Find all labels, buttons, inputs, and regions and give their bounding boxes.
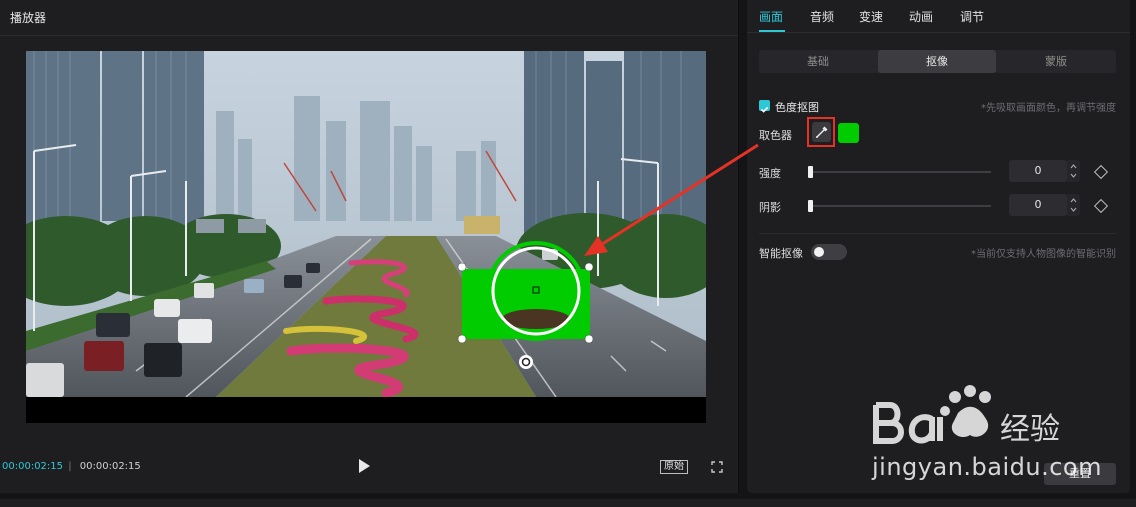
baidu-watermark-logo: 经验 [873, 385, 1060, 447]
intensity-stepper[interactable] [1067, 160, 1080, 182]
smart-cutout-toggle[interactable] [811, 244, 847, 260]
shadow-stepper[interactable] [1067, 194, 1080, 216]
rotate-handle-icon[interactable] [519, 355, 533, 369]
intensity-label: 强度 [759, 167, 781, 180]
shadow-label: 阴影 [759, 201, 781, 214]
timeline-edge [0, 499, 1136, 507]
picked-color-swatch[interactable] [838, 123, 859, 143]
resize-handle-bottom-right[interactable] [584, 334, 594, 344]
subtab-cutout[interactable]: 抠像 [878, 50, 996, 73]
player-title: 播放器 [10, 11, 47, 25]
time-separator: | [68, 461, 72, 472]
intensity-slider[interactable] [811, 171, 991, 173]
total-time: 00:00:02:15 [79, 461, 141, 472]
video-viewport[interactable] [26, 51, 706, 423]
subtabs: 基础 抠像 蒙版 [759, 50, 1116, 73]
tab-picture[interactable]: 画面 [759, 8, 783, 25]
chroma-key-checkbox[interactable] [759, 100, 770, 113]
toggle-knob [814, 247, 824, 257]
timecode: 00:00:02:15 | 00:00:02:15 [2, 461, 141, 472]
player-panel: 播放器 00:00:02:15 | 00:00:02:15 原始 [0, 0, 739, 493]
ratio-button[interactable]: 原始 [660, 460, 688, 474]
resize-handle-bottom-left[interactable] [457, 334, 467, 344]
play-icon[interactable] [359, 459, 370, 473]
shadow-slider[interactable] [811, 205, 991, 207]
color-picker-label: 取色器 [759, 129, 792, 142]
eyedropper-button[interactable] [812, 122, 831, 142]
stepper-arrows-icon [1070, 198, 1077, 212]
stepper-arrows-icon [1070, 164, 1077, 178]
road-sign [464, 216, 500, 234]
tab-adjust[interactable]: 调节 [960, 8, 984, 25]
active-tab-indicator [759, 30, 785, 32]
intensity-slider-handle[interactable] [808, 166, 813, 178]
smart-cutout-label: 智能抠像 [759, 247, 803, 260]
eyedropper-icon [816, 126, 828, 138]
check-icon [760, 106, 769, 113]
watermark-url: jingyan.baidu.com [872, 453, 1102, 481]
shadow-value[interactable]: 0 [1009, 194, 1067, 216]
player-header: 播放器 [0, 0, 738, 36]
chroma-key-label: 色度抠图 [775, 101, 819, 114]
subtab-basic[interactable]: 基础 [759, 50, 877, 73]
smart-cutout-hint: *当前仅支持人物图像的智能识别 [971, 249, 1116, 260]
intensity-keyframe-icon[interactable] [1093, 164, 1109, 180]
city-road-scene [26, 51, 706, 397]
panel-tabs: 画面 音频 变速 动画 调节 [747, 0, 1130, 33]
shadow-slider-handle[interactable] [808, 200, 813, 212]
subtab-mask[interactable]: 蒙版 [997, 50, 1115, 73]
fullscreen-icon[interactable] [711, 461, 723, 473]
chroma-key-hint: *先吸取画面颜色，再调节强度 [981, 103, 1116, 114]
section-divider [759, 233, 1116, 234]
tab-animation[interactable]: 动画 [909, 8, 933, 25]
tab-audio[interactable]: 音频 [810, 8, 834, 25]
shadow-keyframe-icon[interactable] [1093, 198, 1109, 214]
current-time: 00:00:02:15 [2, 461, 64, 472]
intensity-value[interactable]: 0 [1009, 160, 1067, 182]
resize-handle-top-right[interactable] [584, 262, 594, 272]
resize-handle-top-left[interactable] [457, 262, 467, 272]
tab-speed[interactable]: 变速 [859, 8, 883, 25]
watermark-brand-text: 经验 [1000, 412, 1060, 447]
video-frame[interactable] [26, 51, 706, 397]
